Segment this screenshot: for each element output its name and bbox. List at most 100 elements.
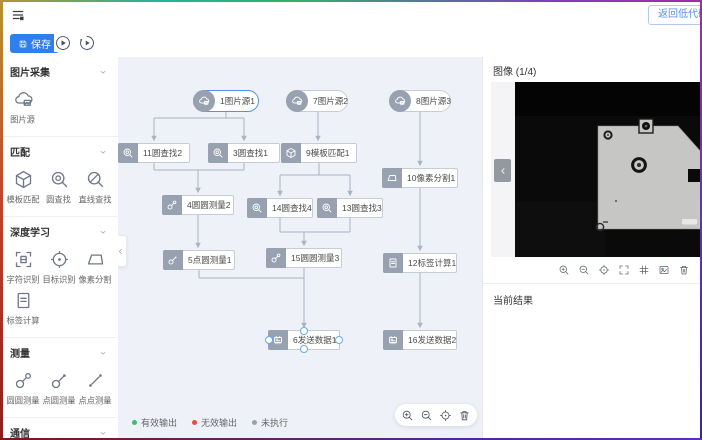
node-label: 11圆查找2 (138, 147, 187, 159)
tool-circle-find[interactable]: 圆查找 (41, 169, 77, 206)
ocr-icon (13, 249, 34, 270)
tool-template-match[interactable]: 模板匹配 (5, 169, 41, 206)
tool-circle-circle-measure[interactable]: 圆圆测量 (5, 370, 41, 407)
device-icon (383, 330, 403, 350)
tool-ocr[interactable]: 字符识别 (5, 249, 41, 286)
tool-line-find[interactable]: 直线查找 (77, 169, 113, 206)
legend-not-executed: 未执行 (252, 416, 288, 429)
grid-button[interactable] (638, 264, 650, 276)
green-dot-icon (132, 420, 137, 425)
tool-label: 模板匹配 (6, 194, 39, 206)
flow-node-label-calc-1[interactable]: 12标签计算1 (383, 253, 457, 273)
flow-node-image-source-2[interactable]: 7图片源2 (286, 90, 348, 112)
zoom-in-button[interactable] (401, 409, 414, 422)
fit-view-button[interactable] (439, 409, 452, 422)
flow-node-image-source-1[interactable]: 1图片源1 (193, 90, 259, 112)
fullscreen-button[interactable] (618, 264, 630, 276)
node-label: 1图片源1 (215, 95, 260, 107)
flow-node-cc-measure-3[interactable]: 15圆圆测量3 (266, 248, 342, 268)
prev-image-button[interactable] (494, 159, 511, 182)
section-header-deep-learning[interactable]: 深度学习 (0, 217, 118, 243)
zoom-out-button[interactable] (578, 264, 590, 276)
section-header-measure[interactable]: 测量 (0, 338, 118, 364)
zoom-in-button[interactable] (558, 264, 570, 276)
tool-label-calc[interactable]: 标签计算 (5, 290, 41, 327)
measure-pc-icon (163, 250, 183, 270)
flow-node-circle-find-4[interactable]: 14圆查找4 (247, 198, 313, 218)
chevron-down-icon (98, 348, 108, 358)
preview-panel: 图像 (1/4) (482, 57, 702, 440)
segment-icon (85, 249, 106, 270)
flow-node-circle-find-1[interactable]: 3圆查找1 (208, 143, 280, 163)
status-legend: 有效输出 无效输出 未执行 (132, 416, 288, 429)
section-match: 匹配 模板匹配 圆查找 直线查找 (0, 137, 118, 217)
locate-button[interactable] (598, 264, 610, 276)
tool-image-source[interactable]: 图片源 (5, 89, 41, 126)
flow-node-cc-measure-2[interactable]: 4圆圆测量2 (162, 195, 234, 215)
section-header-match[interactable]: 匹配 (0, 137, 118, 163)
node-label: 8图片源3 (411, 95, 456, 107)
zoom-out-button[interactable] (420, 409, 433, 422)
node-handle[interactable] (300, 345, 308, 353)
section-items: 模板匹配 圆查找 直线查找 (0, 163, 118, 216)
save-button[interactable]: 保存 (10, 34, 59, 53)
section-header-image-capture[interactable]: 图片采集 (0, 57, 118, 83)
flow-node-pixel-segment-1[interactable]: 10像素分割1 (382, 168, 458, 188)
save-icon (18, 39, 28, 49)
target-icon (49, 249, 70, 270)
cloud-image-icon (286, 90, 308, 112)
node-label: 15圆圆测量3 (286, 252, 344, 264)
flow-node-circle-find-2[interactable]: 11圆查找2 (118, 143, 190, 163)
tool-label: 直线查找 (78, 194, 111, 206)
tool-sidebar: 图片采集 图片源 匹配 模板匹配 圆查找 直线查找 (0, 57, 119, 440)
run-button[interactable] (54, 34, 72, 52)
section-header-communication[interactable]: 通信 (0, 418, 118, 440)
back-to-lowcode-button[interactable]: 返回低代码 (648, 5, 702, 25)
flow-canvas[interactable]: 1图片源1 7图片源2 8图片源3 11圆查找2 3圆查找1 9模板匹配1 10… (118, 57, 482, 440)
flow-node-image-source-3[interactable]: 8图片源3 (389, 90, 451, 112)
delete-image-button[interactable] (678, 264, 690, 276)
node-label: 13圆查找3 (337, 202, 387, 214)
node-label: 14圆查找4 (267, 202, 317, 214)
flow-node-pc-measure-1[interactable]: 5点圆测量1 (163, 250, 235, 270)
circle-find-icon (118, 143, 138, 163)
legend-label: 无效输出 (201, 416, 237, 429)
node-label: 3圆查找1 (228, 147, 273, 159)
cloud-image-icon (389, 90, 411, 112)
node-label: 16发送数据2 (403, 334, 461, 346)
run-once-button[interactable] (78, 34, 96, 52)
tool-label: 标签计算 (6, 315, 39, 327)
section-items: 图片源 (0, 83, 118, 136)
tool-pixel-segment[interactable]: 像素分割 (77, 249, 113, 286)
node-handle[interactable] (300, 327, 308, 335)
tool-object-detect[interactable]: 目标识别 (41, 249, 77, 286)
top-bar: 返回低代码 (0, 0, 702, 31)
circle-find-icon (317, 198, 337, 218)
canvas-zoom-controls (395, 404, 477, 426)
doc-icon (13, 290, 34, 311)
legend-valid-output: 有效输出 (132, 416, 177, 429)
node-handle[interactable] (335, 336, 343, 344)
measure-cc-icon (13, 370, 34, 391)
tool-point-circle-measure[interactable]: 点圆测量 (41, 370, 77, 407)
circle-find-icon (49, 169, 70, 190)
flow-node-circle-find-3[interactable]: 13圆查找3 (317, 198, 383, 218)
doc-icon (383, 253, 403, 273)
flow-menu-icon[interactable] (10, 8, 26, 22)
flow-node-template-match-1[interactable]: 9模板匹配1 (281, 143, 357, 163)
flow-node-send-data-1[interactable]: 6发送数据1 (268, 330, 340, 350)
sidebar-collapse-handle[interactable] (118, 235, 127, 267)
tool-point-point-measure[interactable]: 点点测量 (77, 370, 113, 407)
cube-icon (281, 143, 301, 163)
delete-button[interactable] (458, 409, 471, 422)
section-items: 字符识别 目标识别 像素分割 标签计算 (0, 243, 118, 337)
flow-node-send-data-2[interactable]: 16发送数据2 (383, 330, 457, 350)
legend-label: 未执行 (261, 416, 288, 429)
measure-cc-icon (266, 248, 286, 268)
node-handle[interactable] (265, 336, 273, 344)
tool-label: 目标识别 (42, 274, 75, 286)
current-results-title: 当前结果 (483, 284, 702, 315)
section-measure: 测量 圆圆测量 点圆测量 点点测量 (0, 338, 118, 418)
save-image-button[interactable] (658, 264, 670, 276)
tool-label: 字符识别 (6, 274, 39, 286)
